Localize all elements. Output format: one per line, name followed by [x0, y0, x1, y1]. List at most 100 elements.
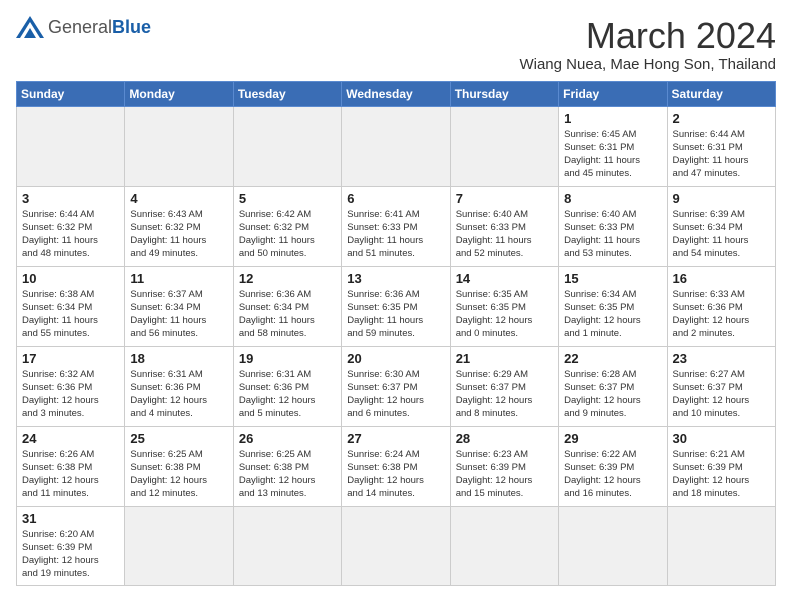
day-number: 12: [239, 271, 336, 286]
calendar-cell: 11Sunrise: 6:37 AM Sunset: 6:34 PM Dayli…: [125, 266, 233, 346]
day-number: 2: [673, 111, 770, 126]
day-info: Sunrise: 6:24 AM Sunset: 6:38 PM Dayligh…: [347, 449, 424, 500]
calendar-cell: 30Sunrise: 6:21 AM Sunset: 6:39 PM Dayli…: [667, 426, 775, 506]
calendar-cell: 20Sunrise: 6:30 AM Sunset: 6:37 PM Dayli…: [342, 346, 450, 426]
calendar-cell: [450, 506, 558, 585]
calendar-header-monday: Monday: [125, 81, 233, 106]
calendar-header-sunday: Sunday: [17, 81, 125, 106]
day-number: 23: [673, 351, 770, 366]
calendar-header-tuesday: Tuesday: [233, 81, 341, 106]
day-number: 10: [22, 271, 119, 286]
day-info: Sunrise: 6:36 AM Sunset: 6:35 PM Dayligh…: [347, 289, 423, 340]
day-number: 9: [673, 191, 770, 206]
day-info: Sunrise: 6:42 AM Sunset: 6:32 PM Dayligh…: [239, 209, 315, 260]
calendar-cell: 31 Sunrise: 6:20 AM Sunset: 6:39 PM Dayli…: [17, 506, 125, 585]
calendar-cell: [17, 106, 125, 186]
day-number: 31: [22, 511, 119, 526]
day-number: 22: [564, 351, 661, 366]
calendar-cell: [125, 506, 233, 585]
day-number: 29: [564, 431, 661, 446]
title-area: March 2024 Wiang Nuea, Mae Hong Son, Tha…: [519, 16, 776, 73]
day-number: 27: [347, 431, 444, 446]
day-info: Sunrise: 6:25 AM Sunset: 6:38 PM Dayligh…: [130, 449, 207, 500]
day-number: 18: [130, 351, 227, 366]
calendar-cell: 28 Sunrise: 6:23 AM Sunset: 6:39 PM Dayli…: [450, 426, 558, 506]
calendar-cell: 13 Sunrise: 6:36 AM Sunset: 6:35 PM Dayli…: [342, 266, 450, 346]
day-number: 28: [456, 431, 553, 446]
calendar-cell: 22Sunrise: 6:28 AM Sunset: 6:37 PM Dayli…: [559, 346, 667, 426]
day-number: 13: [347, 271, 444, 286]
day-number: 8: [564, 191, 661, 206]
calendar-cell: 23 Sunrise: 6:27 AM Sunset: 6:37 PM Dayli…: [667, 346, 775, 426]
day-number: 4: [130, 191, 227, 206]
calendar-cell: 19 Sunrise: 6:31 AM Sunset: 6:36 PM Dayli…: [233, 346, 341, 426]
day-number: 19: [239, 351, 336, 366]
calendar-cell: 29Sunrise: 6:22 AM Sunset: 6:39 PM Dayli…: [559, 426, 667, 506]
calendar-cell: 27 Sunrise: 6:24 AM Sunset: 6:38 PM Dayli…: [342, 426, 450, 506]
calendar-week-row: 31 Sunrise: 6:20 AM Sunset: 6:39 PM Dayli…: [17, 506, 776, 585]
day-info: Sunrise: 6:31 AM Sunset: 6:36 PM Dayligh…: [239, 369, 316, 420]
day-number: 24: [22, 431, 119, 446]
day-number: 21: [456, 351, 553, 366]
calendar-cell: 4 Sunrise: 6:43 AM Sunset: 6:32 PM Daylig…: [125, 186, 233, 266]
day-info: Sunrise: 6:36 AM Sunset: 6:34 PM Dayligh…: [239, 289, 315, 340]
calendar-header-saturday: Saturday: [667, 81, 775, 106]
day-number: 17: [22, 351, 119, 366]
day-info: Sunrise: 6:39 AM Sunset: 6:34 PM Dayligh…: [673, 209, 749, 260]
day-info: Sunrise: 6:38 AM Sunset: 6:34 PM Dayligh…: [22, 289, 98, 340]
calendar-header-row: SundayMondayTuesdayWednesdayThursdayFrid…: [17, 81, 776, 106]
day-info: Sunrise: 6:40 AM Sunset: 6:33 PM Dayligh…: [564, 209, 640, 260]
calendar-cell: [342, 506, 450, 585]
day-info: Sunrise: 6:41 AM Sunset: 6:33 PM Dayligh…: [347, 209, 423, 260]
calendar-week-row: 3Sunrise: 6:44 AM Sunset: 6:32 PM Daylig…: [17, 186, 776, 266]
calendar-cell: 24 Sunrise: 6:26 AM Sunset: 6:38 PM Dayli…: [17, 426, 125, 506]
calendar-cell: 3Sunrise: 6:44 AM Sunset: 6:32 PM Daylig…: [17, 186, 125, 266]
calendar-cell: 10 Sunrise: 6:38 AM Sunset: 6:34 PM Dayli…: [17, 266, 125, 346]
calendar-cell: [233, 506, 341, 585]
logo: GeneralBlue: [16, 16, 151, 38]
day-info: Sunrise: 6:35 AM Sunset: 6:35 PM Dayligh…: [456, 289, 533, 340]
calendar-cell: 12 Sunrise: 6:36 AM Sunset: 6:34 PM Dayli…: [233, 266, 341, 346]
calendar-cell: 5Sunrise: 6:42 AM Sunset: 6:32 PM Daylig…: [233, 186, 341, 266]
location-title: Wiang Nuea, Mae Hong Son, Thailand: [519, 56, 776, 73]
day-number: 14: [456, 271, 553, 286]
day-number: 30: [673, 431, 770, 446]
day-info: Sunrise: 6:43 AM Sunset: 6:32 PM Dayligh…: [130, 209, 206, 260]
day-info: Sunrise: 6:44 AM Sunset: 6:32 PM Dayligh…: [22, 209, 98, 260]
day-number: 16: [673, 271, 770, 286]
day-info: Sunrise: 6:32 AM Sunset: 6:36 PM Dayligh…: [22, 369, 99, 420]
calendar-cell: [667, 506, 775, 585]
calendar-cell: 25 Sunrise: 6:25 AM Sunset: 6:38 PM Dayli…: [125, 426, 233, 506]
calendar-cell: 21 Sunrise: 6:29 AM Sunset: 6:37 PM Dayli…: [450, 346, 558, 426]
calendar-cell: [342, 106, 450, 186]
day-number: 26: [239, 431, 336, 446]
calendar-header-thursday: Thursday: [450, 81, 558, 106]
day-info: Sunrise: 6:26 AM Sunset: 6:38 PM Dayligh…: [22, 449, 99, 500]
calendar-cell: [450, 106, 558, 186]
calendar-cell: 16 Sunrise: 6:33 AM Sunset: 6:36 PM Dayli…: [667, 266, 775, 346]
day-number: 6: [347, 191, 444, 206]
day-number: 25: [130, 431, 227, 446]
calendar-header-wednesday: Wednesday: [342, 81, 450, 106]
day-info: Sunrise: 6:33 AM Sunset: 6:36 PM Dayligh…: [673, 289, 750, 340]
calendar-cell: 15Sunrise: 6:34 AM Sunset: 6:35 PM Dayli…: [559, 266, 667, 346]
month-title: March 2024: [519, 16, 776, 56]
logo-icon: [16, 16, 44, 38]
day-info: Sunrise: 6:20 AM Sunset: 6:39 PM Dayligh…: [22, 529, 99, 580]
calendar-cell: 2Sunrise: 6:44 AM Sunset: 6:31 PM Daylig…: [667, 106, 775, 186]
day-info: Sunrise: 6:37 AM Sunset: 6:34 PM Dayligh…: [130, 289, 206, 340]
day-info: Sunrise: 6:23 AM Sunset: 6:39 PM Dayligh…: [456, 449, 533, 500]
day-info: Sunrise: 6:31 AM Sunset: 6:36 PM Dayligh…: [130, 369, 207, 420]
day-info: Sunrise: 6:29 AM Sunset: 6:37 PM Dayligh…: [456, 369, 533, 420]
calendar-week-row: 17 Sunrise: 6:32 AM Sunset: 6:36 PM Dayli…: [17, 346, 776, 426]
calendar-cell: 18 Sunrise: 6:31 AM Sunset: 6:36 PM Dayli…: [125, 346, 233, 426]
calendar-week-row: 1Sunrise: 6:45 AM Sunset: 6:31 PM Daylig…: [17, 106, 776, 186]
day-number: 15: [564, 271, 661, 286]
calendar-cell: [125, 106, 233, 186]
day-info: Sunrise: 6:27 AM Sunset: 6:37 PM Dayligh…: [673, 369, 750, 420]
calendar-week-row: 24 Sunrise: 6:26 AM Sunset: 6:38 PM Dayli…: [17, 426, 776, 506]
day-info: Sunrise: 6:25 AM Sunset: 6:38 PM Dayligh…: [239, 449, 316, 500]
day-info: Sunrise: 6:30 AM Sunset: 6:37 PM Dayligh…: [347, 369, 424, 420]
calendar-cell: [233, 106, 341, 186]
calendar-cell: 14 Sunrise: 6:35 AM Sunset: 6:35 PM Dayli…: [450, 266, 558, 346]
